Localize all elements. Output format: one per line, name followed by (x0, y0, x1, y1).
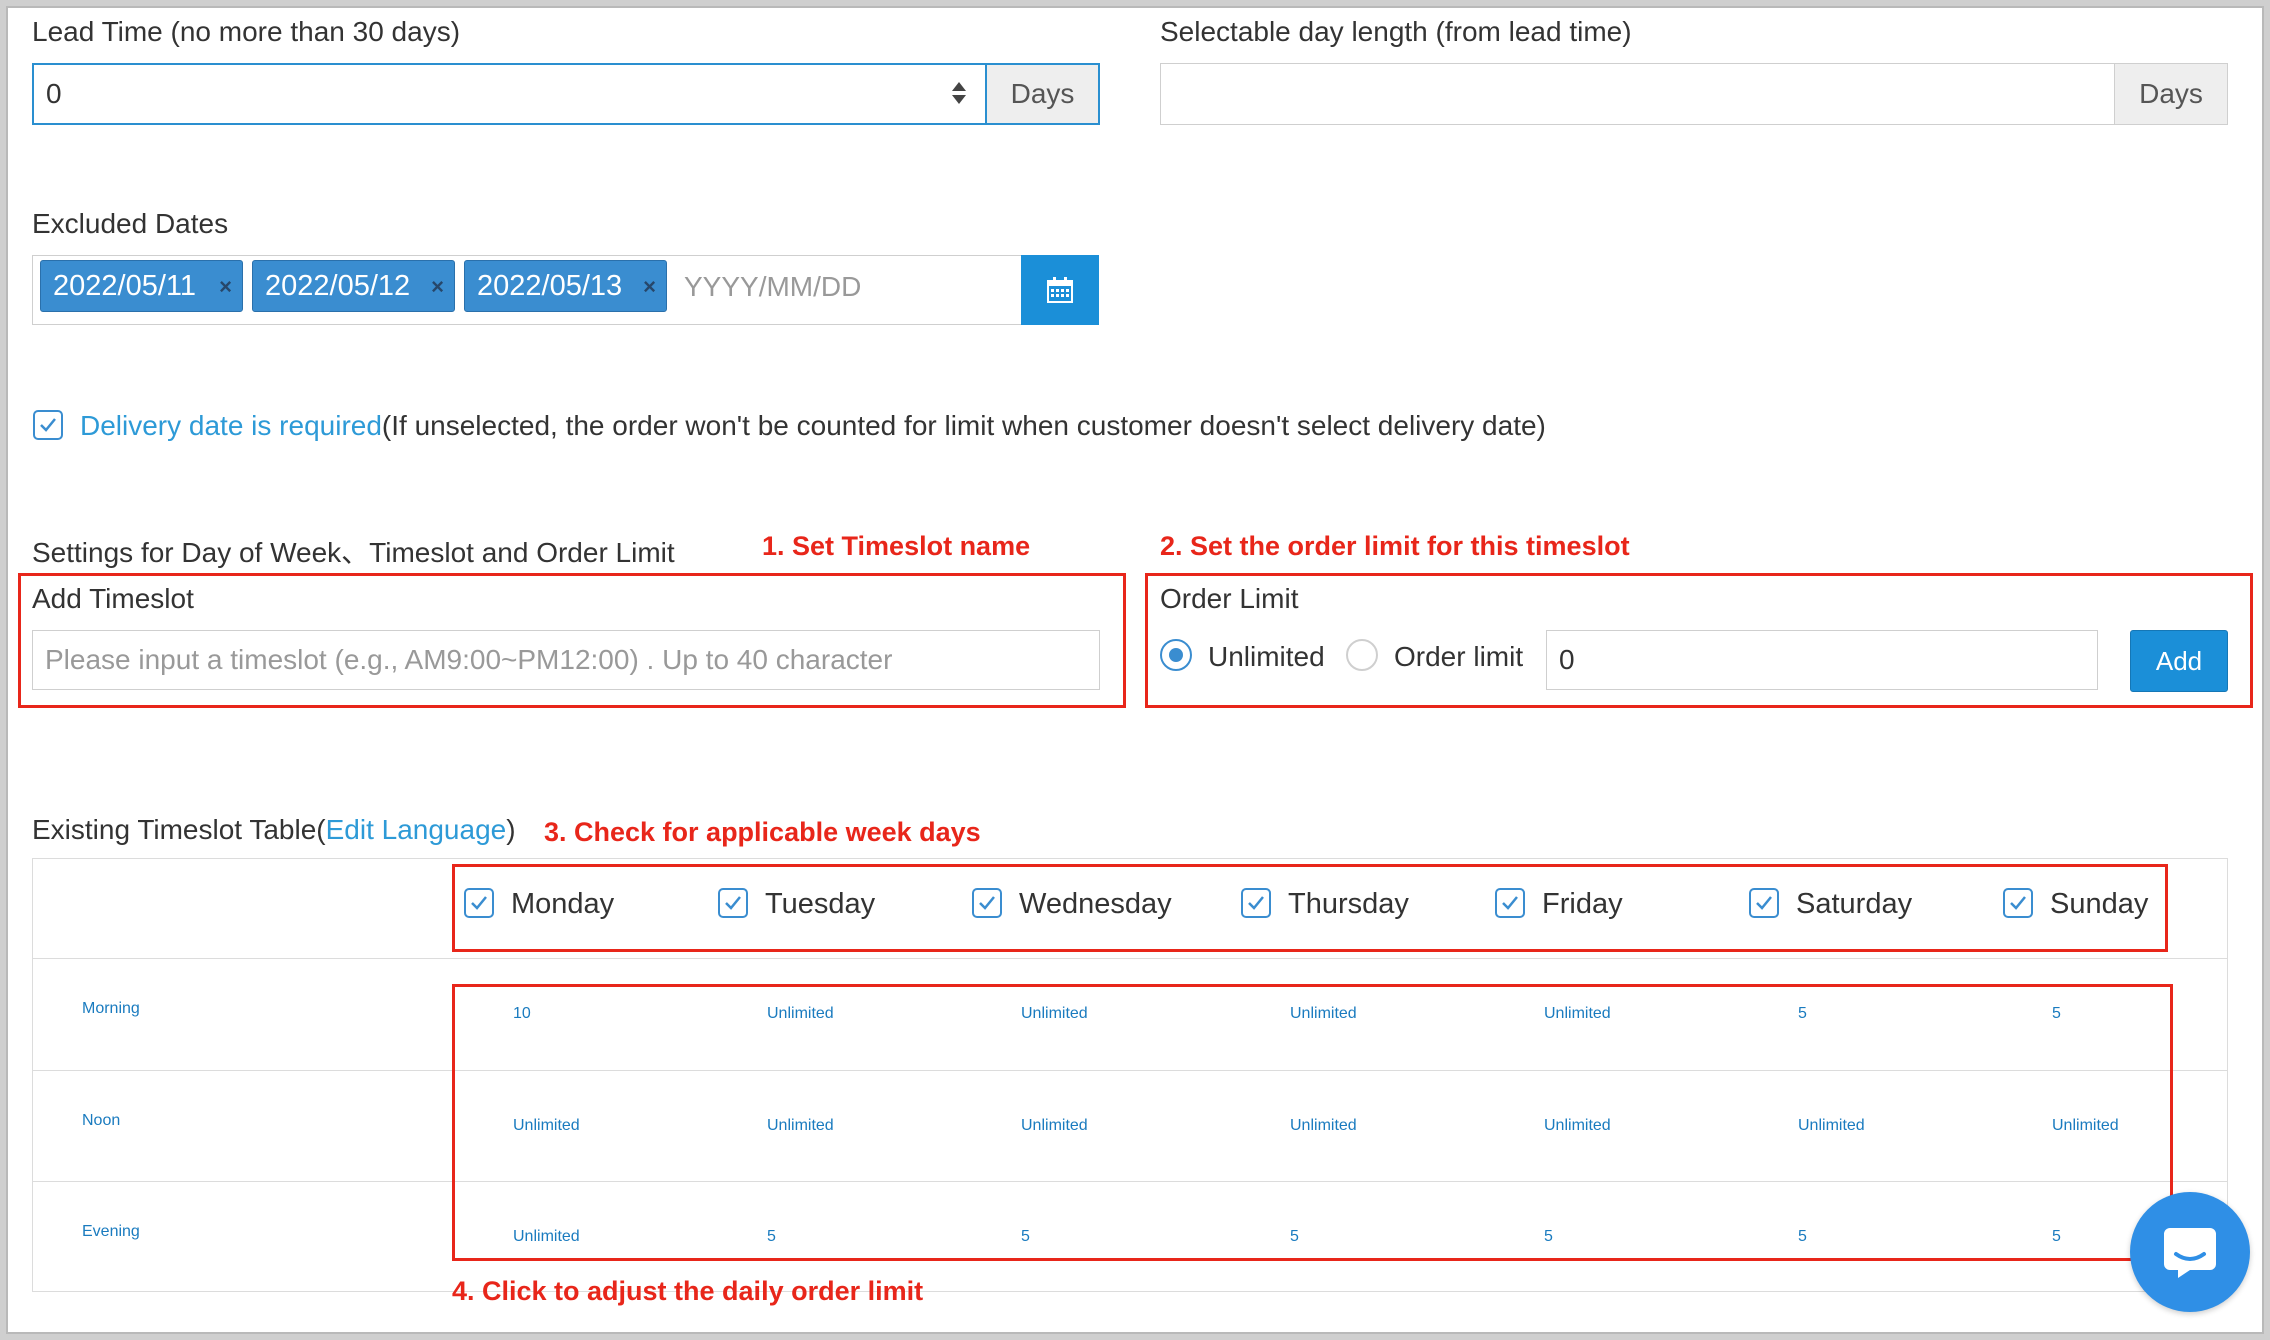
remove-tag-icon[interactable]: × (219, 274, 232, 300)
check-icon (1502, 896, 1518, 910)
check-icon (2010, 896, 2026, 910)
day-label-saturday: Saturday (1796, 888, 1913, 920)
day-label-friday: Friday (1542, 888, 1623, 920)
limit-cell[interactable]: 5 (767, 1228, 776, 1246)
date-tag-text: 2022/05/12 (265, 269, 411, 302)
table-divider (32, 958, 2228, 959)
day-label-thursday: Thursday (1288, 888, 1409, 920)
limit-cell[interactable]: Unlimited (1290, 1005, 1357, 1023)
delivery-required-text: Delivery date is required(If unselected,… (80, 410, 1546, 442)
check-icon (725, 896, 741, 910)
day-checkbox-friday[interactable] (1495, 888, 1525, 918)
limit-cell[interactable]: 5 (1544, 1228, 1553, 1246)
limit-cell[interactable]: Unlimited (1290, 1117, 1357, 1135)
day-label-sunday: Sunday (2050, 888, 2149, 920)
day-label-tuesday: Tuesday (765, 888, 876, 920)
day-checkbox-thursday[interactable] (1241, 888, 1271, 918)
limit-cell[interactable]: Unlimited (2052, 1117, 2119, 1135)
day-label-wednesday: Wednesday (1019, 888, 1172, 920)
limit-cell[interactable]: Unlimited (1544, 1117, 1611, 1135)
limit-cell[interactable]: Unlimited (513, 1117, 580, 1135)
spinner-down-icon[interactable] (952, 95, 966, 104)
excluded-dates-label: Excluded Dates (32, 208, 229, 239)
check-icon (1756, 896, 1772, 910)
date-tag-text: 2022/05/11 (53, 269, 196, 302)
unlimited-label: Unlimited (1208, 641, 1325, 672)
limit-cell[interactable]: 5 (1290, 1228, 1299, 1246)
day-checkbox-wednesday[interactable] (972, 888, 1002, 918)
day-label-monday: Monday (511, 888, 615, 920)
lead-time-input[interactable]: 0 (32, 63, 987, 125)
timeslot-placeholder: Please input a timeslot (e.g., AM9:00~PM… (45, 644, 893, 675)
delivery-required-note: (If unselected, the order won't be count… (381, 410, 1546, 441)
order-limit-radio[interactable] (1346, 639, 1378, 671)
limit-cell[interactable]: 5 (1798, 1228, 1807, 1246)
delivery-required-link[interactable]: Delivery date is required (80, 410, 382, 441)
check-icon (1248, 896, 1264, 910)
limit-cell[interactable]: Unlimited (1798, 1117, 1865, 1135)
limit-cell[interactable]: 5 (2052, 1005, 2061, 1023)
table-title: Existing Timeslot Table(Edit Language) (32, 814, 516, 846)
selectable-days-unit: Days (2114, 63, 2228, 125)
date-placeholder[interactable]: YYYY/MM/DD (684, 271, 861, 303)
row-label-evening: Evening (82, 1223, 140, 1240)
table-title-suffix: ) (506, 814, 516, 845)
date-tag-text: 2022/05/13 (477, 269, 623, 302)
order-limit-input[interactable]: 0 (1546, 630, 2098, 690)
edit-language-link[interactable]: Edit Language (326, 814, 507, 845)
annotation-step3: 3. Check for applicable week days (544, 817, 981, 847)
chat-bubble-icon (2164, 1228, 2216, 1278)
delivery-required-checkbox[interactable] (33, 410, 63, 440)
limit-cell[interactable]: 5 (1798, 1005, 1807, 1023)
calendar-icon (1047, 277, 1073, 303)
remove-tag-icon[interactable]: × (643, 274, 656, 300)
check-icon (979, 896, 995, 910)
limit-cell[interactable]: Unlimited (1544, 1005, 1611, 1023)
annotation-step4: 4. Click to adjust the daily order limit (452, 1276, 924, 1306)
day-checkbox-sunday[interactable] (2003, 888, 2033, 918)
annotation-step2: 2. Set the order limit for this timeslot (1160, 531, 1630, 561)
day-checkbox-saturday[interactable] (1749, 888, 1779, 918)
limit-cell[interactable]: Unlimited (767, 1005, 834, 1023)
calendar-button[interactable] (1021, 255, 1099, 325)
row-label-morning: Morning (82, 1000, 140, 1017)
day-checkbox-tuesday[interactable] (718, 888, 748, 918)
date-tag: 2022/05/12 × (252, 260, 455, 312)
chat-launcher-button[interactable] (2130, 1192, 2250, 1312)
number-spinner[interactable] (948, 76, 970, 110)
limit-cell[interactable]: 5 (1021, 1228, 1030, 1246)
check-icon (471, 896, 487, 910)
lead-time-unit: Days (986, 63, 1100, 125)
order-limit-option-label: Order limit (1394, 641, 1524, 672)
order-limit-label: Order Limit (1160, 583, 1299, 614)
annotation-step1: 1. Set Timeslot name (762, 531, 1031, 561)
limit-cell[interactable]: 5 (2052, 1228, 2061, 1246)
check-icon (40, 418, 56, 432)
limit-cell[interactable]: Unlimited (1021, 1005, 1088, 1023)
row-label-noon: Noon (82, 1112, 121, 1129)
day-checkbox-monday[interactable] (464, 888, 494, 918)
limit-cell[interactable]: 10 (513, 1005, 531, 1023)
selectable-days-input[interactable] (1160, 63, 2115, 125)
date-tag: 2022/05/11 × (40, 260, 243, 312)
settings-title: Settings for Day of Week、Timeslot and Or… (32, 537, 675, 568)
spinner-up-icon[interactable] (952, 82, 966, 91)
limit-cell[interactable]: Unlimited (1021, 1117, 1088, 1135)
lead-time-value: 0 (46, 78, 62, 109)
add-timeslot-label: Add Timeslot (32, 583, 194, 614)
table-title-prefix: Existing Timeslot Table( (32, 814, 326, 845)
lead-time-label: Lead Time (no more than 30 days) (32, 16, 461, 47)
remove-tag-icon[interactable]: × (431, 274, 444, 300)
limit-cell[interactable]: Unlimited (767, 1117, 834, 1135)
timeslot-input[interactable]: Please input a timeslot (e.g., AM9:00~PM… (32, 630, 1100, 690)
limit-cell[interactable]: Unlimited (513, 1228, 580, 1246)
selectable-days-label: Selectable day length (from lead time) (1160, 16, 1632, 47)
add-timeslot-button[interactable]: Add (2130, 630, 2228, 692)
unlimited-radio[interactable] (1160, 639, 1192, 671)
order-limit-value: 0 (1559, 644, 1575, 675)
date-tag: 2022/05/13 × (464, 260, 667, 312)
